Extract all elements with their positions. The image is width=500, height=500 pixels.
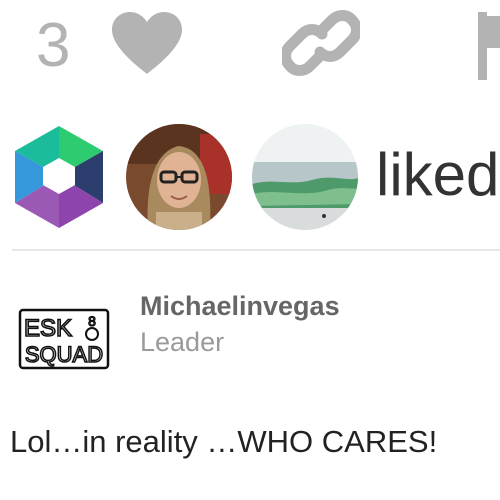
liked-label: liked [376, 141, 500, 208]
svg-text:ESK: ESK [24, 315, 72, 342]
hexagon-logo-avatar [15, 126, 103, 228]
liker-avatar[interactable] [252, 124, 358, 230]
liker-avatar[interactable] [126, 124, 232, 230]
share-link-button[interactable] [280, 6, 362, 80]
liker-avatar[interactable] [6, 124, 112, 230]
svg-text:SQUAD: SQUAD [25, 342, 103, 367]
portrait-photo-avatar [126, 124, 232, 230]
flag-button[interactable] [470, 8, 500, 82]
ocean-wave-avatar [252, 124, 358, 230]
like-count[interactable]: 3 [36, 10, 70, 82]
flag-icon [478, 12, 500, 80]
post-username[interactable]: Michaelinvegas [140, 290, 340, 322]
post-body: Lol…in reality …WHO CARES! [10, 424, 438, 459]
esk8-squad-logo: ESK 8 SQUAD [18, 308, 110, 370]
divider [12, 249, 500, 251]
svg-text:8: 8 [88, 313, 96, 329]
post-author-avatar[interactable]: ESK 8 SQUAD [18, 308, 110, 370]
heart-icon [112, 12, 182, 74]
post-user-role: Leader [140, 327, 225, 357]
link-icon [280, 10, 362, 76]
like-button[interactable] [108, 10, 186, 76]
discussion-post: 3 liked ESK 8 SQUAD Michaelinvegas Leade… [0, 0, 500, 500]
